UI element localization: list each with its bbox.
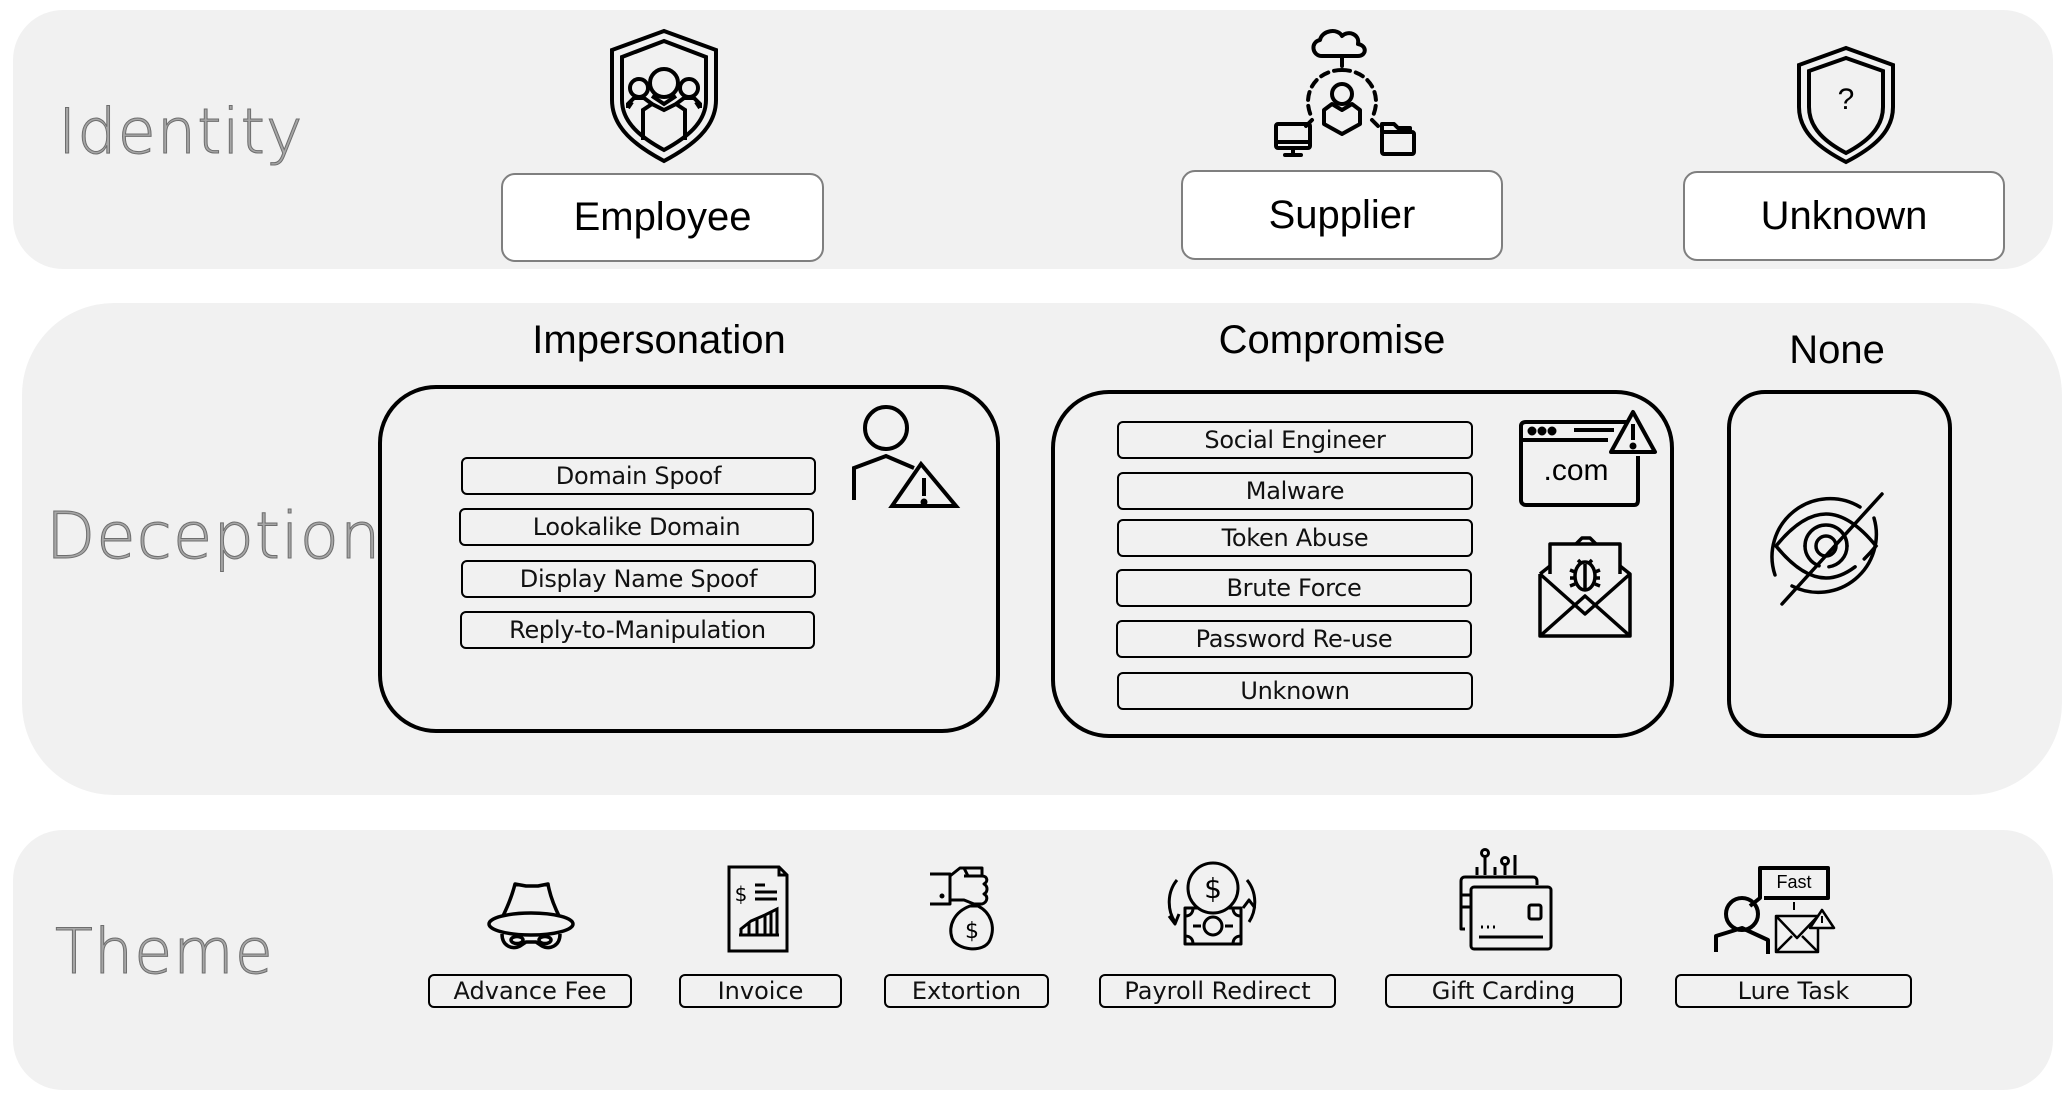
impersonation-item: Reply-to-Manipulation: [460, 611, 815, 649]
fast-text: Fast: [1776, 872, 1811, 892]
identity-row-label: Identity: [58, 95, 304, 169]
impersonation-item: Domain Spoof: [461, 457, 816, 495]
identity-supplier-box: Supplier: [1181, 170, 1503, 260]
theme-extortion: Extortion: [884, 974, 1049, 1008]
compromise-title: Compromise: [1218, 318, 1446, 362]
identity-unknown-box: Unknown: [1683, 171, 2005, 261]
malware-envelope-icon: [1534, 534, 1636, 640]
theme-lure-task: Lure Task: [1675, 974, 1912, 1008]
supplier-network-icon: [1272, 28, 1418, 158]
compromise-item: Unknown: [1117, 672, 1473, 710]
theme-payroll-redirect: Payroll Redirect: [1099, 974, 1336, 1008]
theme-gift-carding: Gift Carding: [1385, 974, 1622, 1008]
deception-row-label: Deception: [45, 500, 382, 575]
compromise-item: Token Abuse: [1117, 519, 1473, 557]
payroll-cycle-icon: $: [1165, 861, 1261, 948]
unknown-shield-icon: ?: [1795, 45, 1897, 165]
website-warning-icon: .com: [1518, 408, 1658, 508]
identity-employee-label: Employee: [573, 195, 752, 239]
svg-text:$: $: [735, 882, 748, 906]
person-warning-icon: [848, 402, 961, 510]
svg-text:$: $: [965, 919, 979, 944]
impersonation-title: Impersonation: [532, 318, 786, 362]
identity-supplier-label: Supplier: [1268, 192, 1416, 237]
compromise-item: Password Re-use: [1116, 620, 1472, 658]
masked-spy-icon: [486, 880, 576, 952]
compromise-item: Social Engineer: [1117, 421, 1473, 459]
impersonation-item: Display Name Spoof: [461, 560, 816, 598]
svg-text:$: $: [1204, 872, 1222, 905]
dotcom-text: .com: [1543, 454, 1608, 487]
employee-shield-icon: [608, 28, 720, 164]
gift-cards-icon: [1457, 847, 1553, 951]
eye-slash-icon: [1762, 482, 1890, 610]
identity-unknown-label: Unknown: [1760, 193, 1928, 238]
invoice-document-icon: $: [727, 865, 789, 953]
compromise-item: Malware: [1117, 472, 1473, 510]
person-message-icon: Fast: [1712, 864, 1840, 956]
identity-employee-box: Employee: [501, 173, 824, 262]
theme-row-label: Theme: [55, 915, 274, 989]
none-title: None: [1789, 328, 1885, 372]
hand-money-bag-icon: $: [928, 864, 1004, 956]
theme-advance-fee: Advance Fee: [428, 974, 632, 1008]
compromise-item: Brute Force: [1116, 569, 1472, 607]
theme-invoice: Invoice: [679, 974, 842, 1008]
impersonation-item: Lookalike Domain: [459, 508, 814, 546]
svg-text:?: ?: [1838, 83, 1855, 116]
